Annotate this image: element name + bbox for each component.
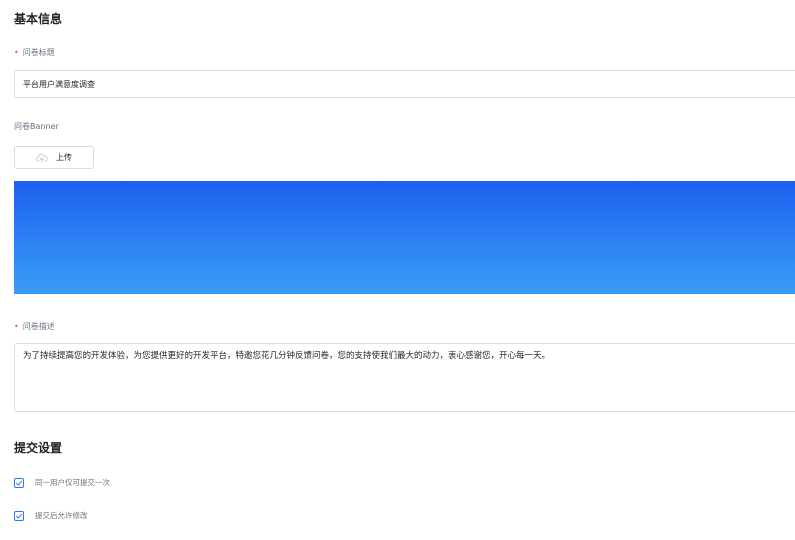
option-label: 同一用户仅可提交一次 <box>35 478 110 487</box>
required-mark: • <box>14 322 19 331</box>
check-icon <box>16 480 23 486</box>
banner-label-text: 问卷Banner <box>14 122 59 131</box>
description-label: • 问卷描述 <box>14 321 55 333</box>
survey-title-label: • 问卷标题 <box>14 47 55 59</box>
description-text: 为了持续提高您的开发体验，为您提供更好的开发平台，特邀您花几分钟反馈问卷，您的支… <box>23 351 551 361</box>
description-label-text: 问卷描述 <box>22 322 55 331</box>
survey-title-input[interactable] <box>14 70 795 98</box>
submit-settings-heading: 提交设置 <box>14 441 63 455</box>
check-icon <box>16 513 23 519</box>
checkbox[interactable] <box>14 511 24 521</box>
banner-label: 问卷Banner <box>14 121 59 133</box>
banner-image <box>14 181 795 294</box>
required-mark: • <box>14 48 19 57</box>
checkbox[interactable] <box>14 478 24 488</box>
upload-button[interactable]: 上传 <box>14 146 94 169</box>
option-label: 提交后允许修改 <box>35 511 88 520</box>
cloud-upload-icon <box>36 153 48 163</box>
survey-form: 基本信息 • 问卷标题 问卷Banner 上传 • 问卷描述 为了持续提高您的开… <box>0 0 795 540</box>
option-single-submission[interactable]: 同一用户仅可提交一次 <box>14 477 110 489</box>
option-allow-edit[interactable]: 提交后允许修改 <box>14 510 88 522</box>
upload-button-label: 上传 <box>56 153 72 162</box>
survey-title-label-text: 问卷标题 <box>22 48 55 57</box>
description-textarea[interactable]: 为了持续提高您的开发体验，为您提供更好的开发平台，特邀您花几分钟反馈问卷，您的支… <box>14 343 795 412</box>
basic-info-heading: 基本信息 <box>14 12 63 26</box>
